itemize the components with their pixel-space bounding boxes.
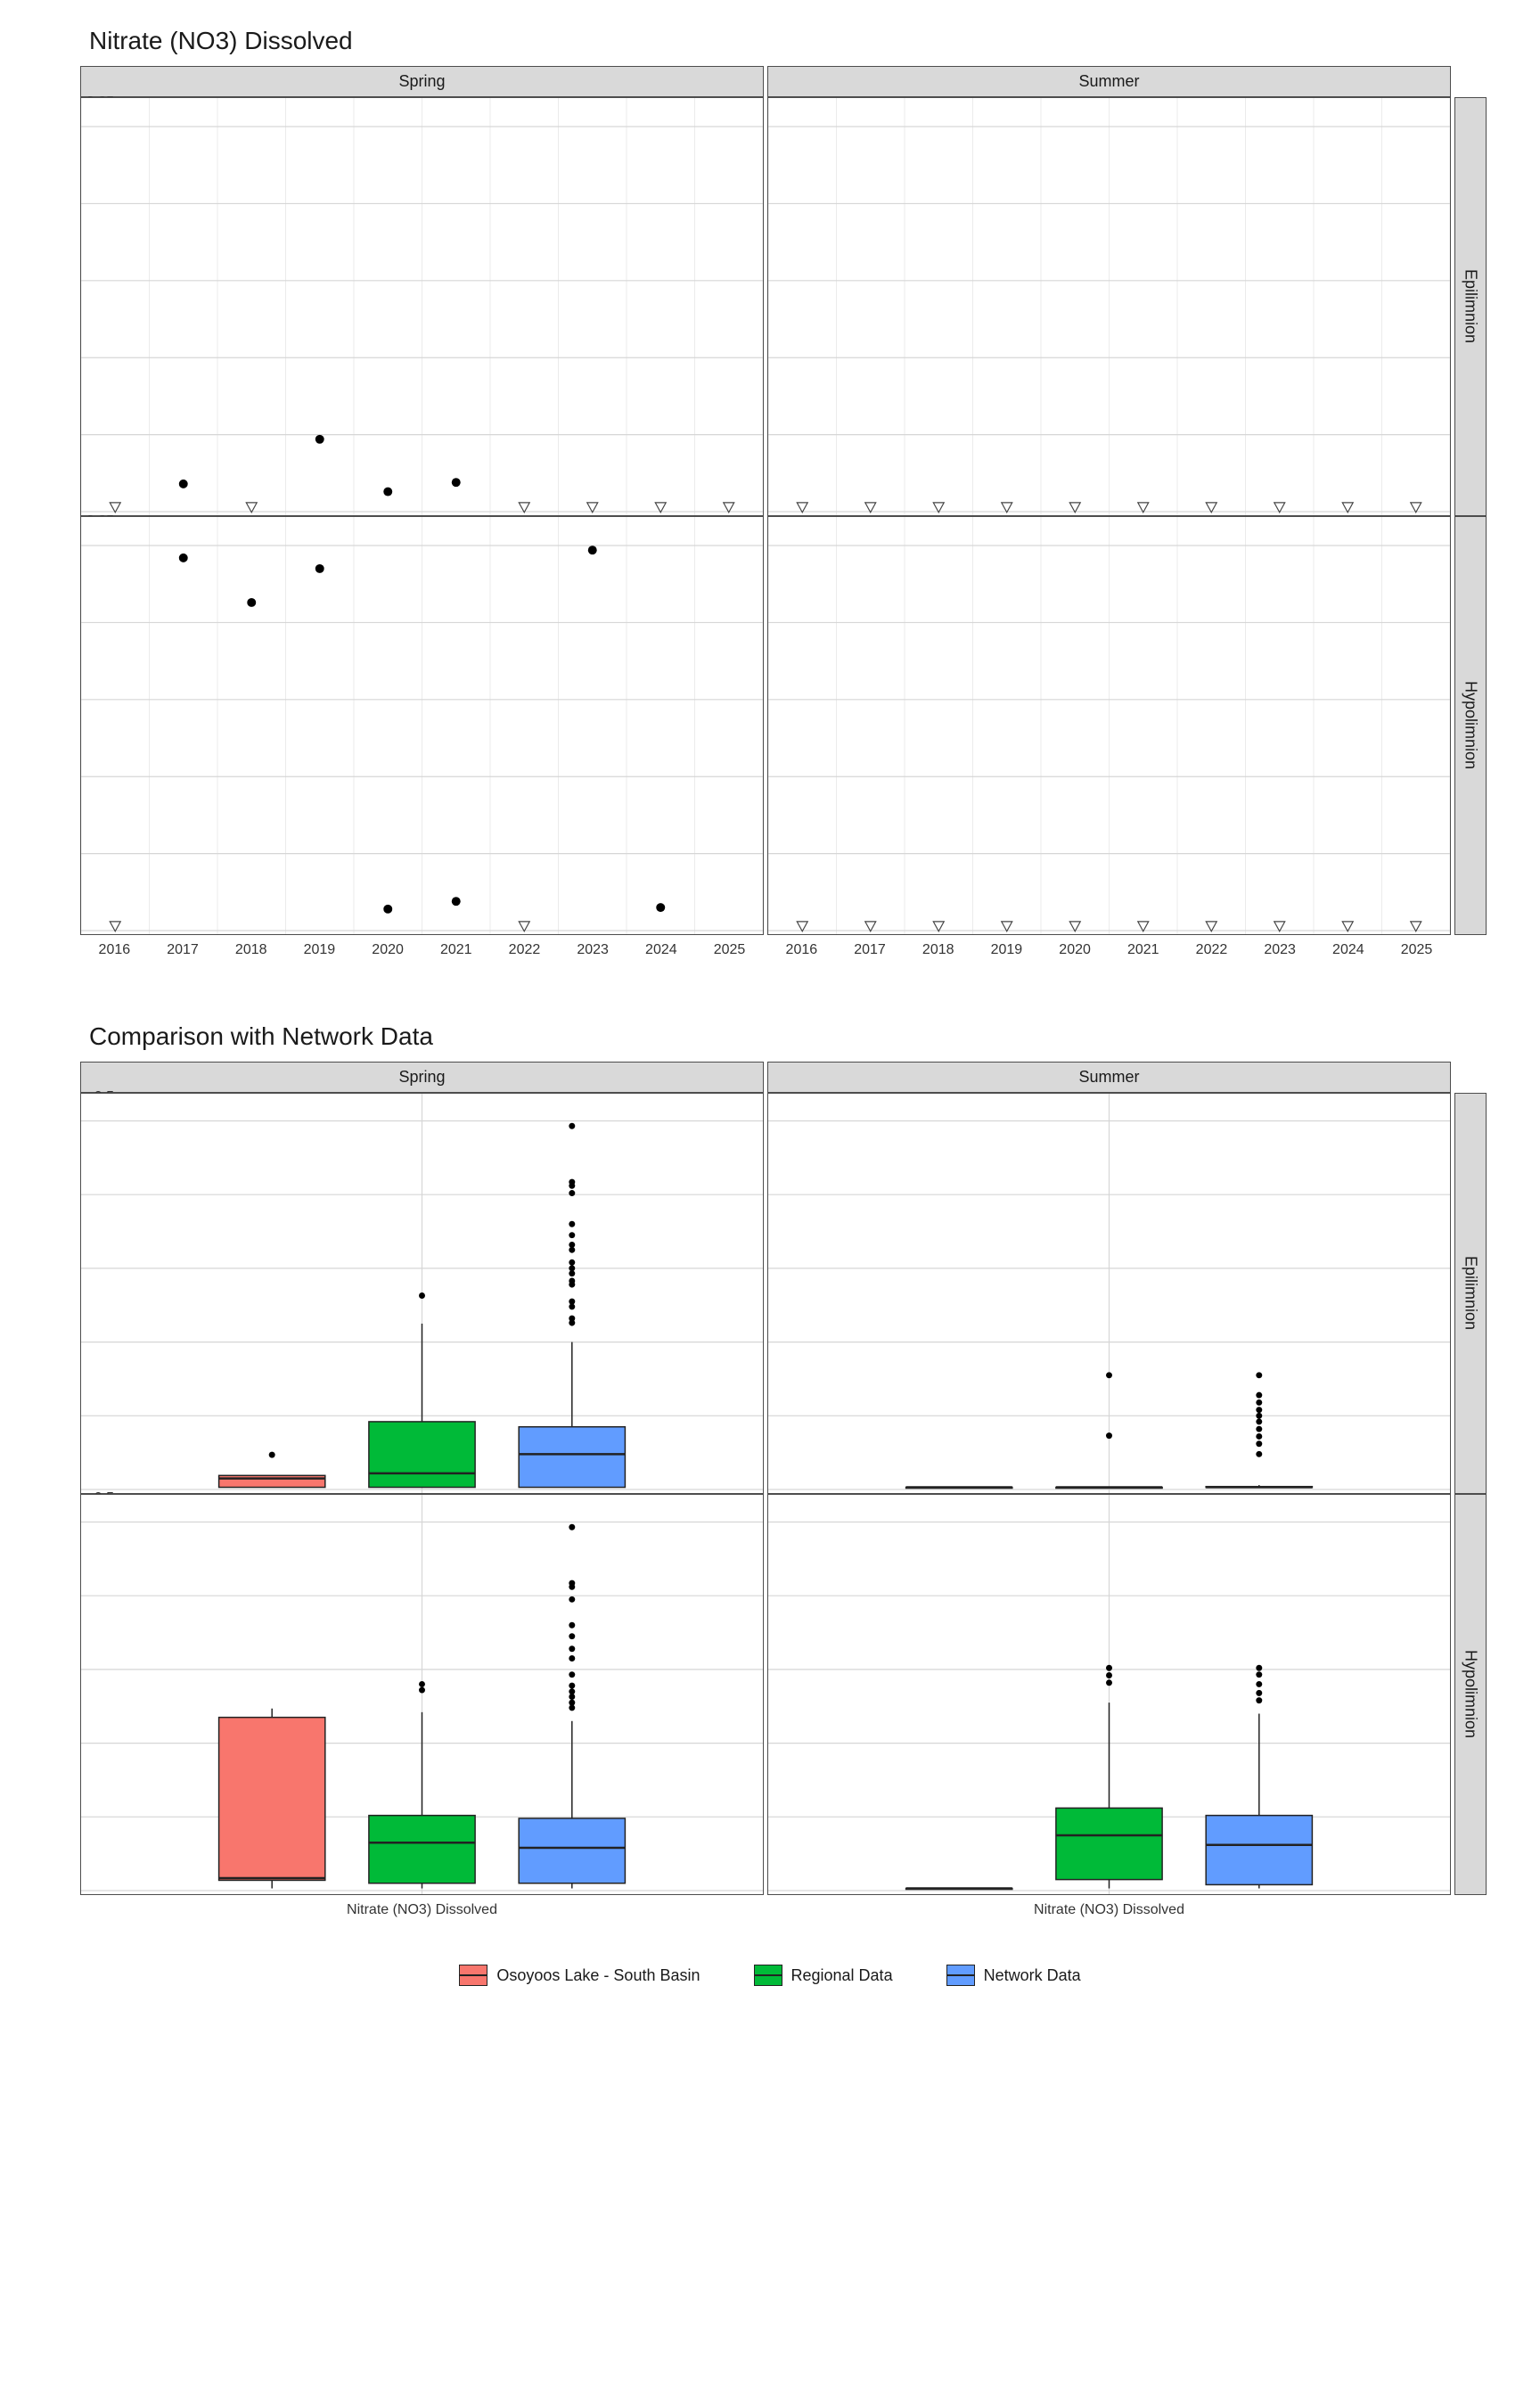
facet-col-spring: Spring (80, 66, 764, 97)
legend-label: Osoyoos Lake - South Basin (496, 1966, 700, 1985)
x-cat: Nitrate (NO3) Dissolved (80, 1895, 764, 1920)
legend-label: Network Data (984, 1966, 1081, 1985)
x-ticks: 2016201720182019202020212022202320242025 (80, 935, 764, 960)
x-cat: Nitrate (NO3) Dissolved (767, 1895, 1451, 1920)
legend-regional: Regional Data (754, 1965, 893, 1986)
facet-row-epi: Epilimnion (1454, 97, 1487, 516)
panel-spring-hypo (80, 516, 764, 935)
panel-spring-epi (80, 97, 764, 516)
legend-network: Network Data (946, 1965, 1081, 1986)
panel2-summer-epi (767, 1093, 1451, 1494)
chart1-title: Nitrate (NO3) Dissolved (89, 27, 1522, 55)
panel2-spring-epi (80, 1093, 764, 1494)
legend-swatch-icon (754, 1965, 782, 1986)
panel-summer-epi (767, 97, 1451, 516)
legend-swatch-icon (946, 1965, 975, 1986)
legend-swatch-icon (459, 1965, 487, 1986)
facet-col-spring: Spring (80, 1062, 764, 1093)
chart2-title: Comparison with Network Data (89, 1022, 1522, 1051)
panel-summer-hypo (767, 516, 1451, 935)
x-ticks: 2016201720182019202020212022202320242025 (767, 935, 1451, 960)
panel2-spring-hypo (80, 1494, 764, 1895)
panel2-summer-hypo (767, 1494, 1451, 1895)
facet-row-epi: Epilimnion (1454, 1093, 1487, 1494)
legend-label: Regional Data (791, 1966, 893, 1985)
legend-osoyoos: Osoyoos Lake - South Basin (459, 1965, 700, 1986)
facet-col-summer: Summer (767, 1062, 1451, 1093)
facet-col-summer: Summer (767, 66, 1451, 97)
legend: Osoyoos Lake - South Basin Regional Data… (18, 1965, 1522, 1986)
facet-row-hypo: Hypolimnion (1454, 516, 1487, 935)
facet-row-hypo: Hypolimnion (1454, 1494, 1487, 1895)
